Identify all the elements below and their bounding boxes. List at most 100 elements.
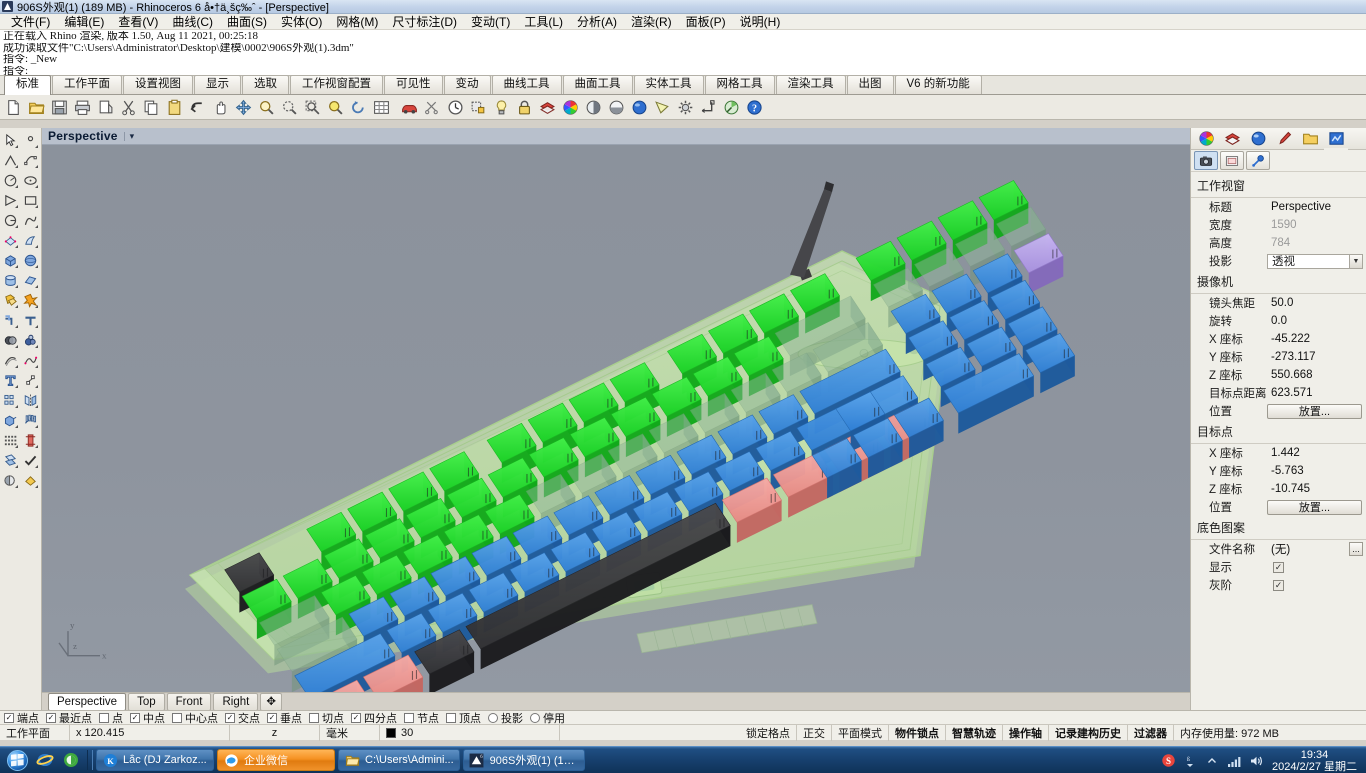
tab-set-view[interactable]: 设置视图 bbox=[123, 75, 193, 94]
menu-mesh[interactable]: 网格(M) bbox=[329, 14, 385, 30]
save-icon[interactable] bbox=[48, 96, 70, 118]
revolve-surface-icon[interactable] bbox=[20, 230, 40, 250]
fillet-edge-icon[interactable] bbox=[0, 310, 20, 330]
layer-icon[interactable] bbox=[536, 96, 558, 118]
tab-mesh-tools[interactable]: 网格工具 bbox=[704, 75, 775, 94]
options-gear-icon[interactable] bbox=[674, 96, 696, 118]
lock-icon[interactable] bbox=[513, 96, 535, 118]
render-preview-icon[interactable] bbox=[605, 96, 627, 118]
extrude-icon[interactable] bbox=[0, 410, 20, 430]
status-osnap[interactable]: 物件锁点 bbox=[889, 724, 946, 741]
tab-transform[interactable]: 变动 bbox=[443, 75, 491, 94]
properties-icon[interactable] bbox=[467, 96, 489, 118]
tab-select[interactable]: 选取 bbox=[242, 75, 289, 94]
tab-display[interactable]: 显示 bbox=[194, 75, 241, 94]
tab-whats-new-v6[interactable]: V6 的新功能 bbox=[894, 75, 982, 94]
scissors-icon[interactable] bbox=[421, 96, 443, 118]
taskbar-clock[interactable]: 19:34 2024/2/27 星期二 bbox=[1267, 749, 1362, 773]
tray-show-hidden-icon[interactable] bbox=[1203, 752, 1221, 770]
menu-file[interactable]: 文件(F) bbox=[4, 14, 57, 30]
polygon-icon[interactable] bbox=[0, 190, 20, 210]
status-planar[interactable]: 平面模式 bbox=[832, 724, 889, 741]
status-history[interactable]: 记录建构历史 bbox=[1049, 724, 1128, 741]
subtab-link[interactable] bbox=[1246, 151, 1270, 170]
cplane-label[interactable]: 工作平面 bbox=[0, 724, 70, 741]
tab-viewport-layout[interactable]: 工作视窗配置 bbox=[290, 75, 383, 94]
cut-icon[interactable] bbox=[117, 96, 139, 118]
row-target-y-value[interactable]: -5.763 bbox=[1267, 465, 1366, 477]
ql-browser[interactable] bbox=[58, 748, 84, 772]
row-projection-combo[interactable]: 透视 ▼ bbox=[1267, 253, 1363, 269]
rotate-view-icon[interactable] bbox=[347, 96, 369, 118]
zoom-selected-icon[interactable] bbox=[324, 96, 346, 118]
boolean-intersection-icon[interactable] bbox=[20, 330, 40, 350]
grid-icon[interactable] bbox=[370, 96, 392, 118]
chamfer-icon[interactable] bbox=[20, 310, 40, 330]
row-camera-place-button[interactable]: 放置... bbox=[1267, 403, 1362, 419]
row-target-x-value[interactable]: 1.442 bbox=[1267, 447, 1366, 459]
snap-near-checkbox[interactable]: ✓ bbox=[46, 712, 56, 723]
snap-center-checkbox[interactable] bbox=[172, 712, 182, 723]
snap-tangent-checkbox[interactable] bbox=[309, 712, 319, 723]
arc-icon[interactable] bbox=[0, 210, 20, 230]
menu-view[interactable]: 查看(V) bbox=[111, 14, 165, 30]
snap-intersection-checkbox[interactable]: ✓ bbox=[225, 712, 235, 723]
scale-icon[interactable] bbox=[20, 430, 40, 450]
row-camera-z-value[interactable]: 550.668 bbox=[1267, 369, 1366, 381]
tab-standard[interactable]: 标准 bbox=[4, 75, 51, 95]
chevron-down-icon[interactable]: ▼ bbox=[1349, 254, 1362, 268]
text-object-icon[interactable] bbox=[0, 370, 20, 390]
status-grid-snap[interactable]: 锁定格点 bbox=[740, 724, 797, 741]
menu-solid[interactable]: 实体(O) bbox=[274, 14, 329, 30]
point-icon[interactable] bbox=[20, 130, 40, 150]
flow-along-surface-icon[interactable] bbox=[0, 450, 20, 470]
subtab-viewport[interactable] bbox=[1220, 151, 1244, 170]
row-wallpaper-file-browse-button[interactable]: ... bbox=[1349, 542, 1363, 556]
ortho-icon[interactable] bbox=[651, 96, 673, 118]
pan-icon[interactable] bbox=[209, 96, 231, 118]
perspective-viewport[interactable]: y z x bbox=[42, 145, 1190, 692]
copy-icon[interactable] bbox=[140, 96, 162, 118]
status-ortho[interactable]: 正交 bbox=[797, 724, 832, 741]
offset-curve-icon[interactable] bbox=[0, 350, 20, 370]
menu-tools[interactable]: 工具(L) bbox=[517, 14, 570, 30]
control-point-curve-icon[interactable] bbox=[20, 150, 40, 170]
open-folder-icon[interactable] bbox=[25, 96, 47, 118]
menu-transform[interactable]: 变动(T) bbox=[464, 14, 517, 30]
command-history-area[interactable]: 正在载入 Rhino 渲染, 版本 1.50, Aug 11 2021, 00:… bbox=[0, 30, 1366, 76]
tray-sogou-icon[interactable]: S bbox=[1159, 752, 1177, 770]
tab-render-tools[interactable]: 渲染工具 bbox=[775, 75, 846, 94]
menu-dimension[interactable]: 尺寸标注(D) bbox=[385, 14, 464, 30]
task-rhino[interactable]: 6 906S外观(1) (18... bbox=[462, 749, 585, 771]
print-icon[interactable] bbox=[71, 96, 93, 118]
snap-point-checkbox[interactable] bbox=[99, 712, 109, 723]
task-wecom[interactable]: 企业微信 bbox=[217, 749, 335, 771]
zoom-extents-icon[interactable] bbox=[301, 96, 323, 118]
snap-disable-checkbox[interactable] bbox=[530, 712, 540, 723]
mesh-icon[interactable] bbox=[0, 470, 20, 490]
menu-edit[interactable]: 编辑(E) bbox=[57, 14, 111, 30]
car-render-icon[interactable] bbox=[398, 96, 420, 118]
current-layer[interactable]: 30 bbox=[380, 724, 560, 741]
analyze-icon[interactable] bbox=[720, 96, 742, 118]
zoom-icon[interactable] bbox=[255, 96, 277, 118]
snap-knot-checkbox[interactable] bbox=[404, 712, 414, 723]
start-button[interactable] bbox=[2, 748, 32, 772]
tab-curve-tools[interactable]: 曲线工具 bbox=[491, 75, 562, 94]
undo-icon[interactable] bbox=[186, 96, 208, 118]
row-wallpaper-gray-checkbox[interactable]: ✓ bbox=[1273, 579, 1284, 591]
tab-cplane[interactable]: 工作平面 bbox=[52, 75, 122, 94]
viewport-tab-front[interactable]: Front bbox=[166, 692, 212, 711]
grid-points-icon[interactable] bbox=[0, 430, 20, 450]
panel-tab-materials[interactable] bbox=[1245, 129, 1271, 149]
viewport-tab-add[interactable]: ✥ bbox=[260, 692, 282, 711]
help-icon[interactable]: ? bbox=[743, 96, 765, 118]
render-icon[interactable] bbox=[628, 96, 650, 118]
layer-color-swatch[interactable] bbox=[386, 727, 396, 738]
viewport-tab-right[interactable]: Right bbox=[213, 692, 259, 711]
menu-help[interactable]: 说明(H) bbox=[733, 14, 788, 30]
panel-tab-color[interactable] bbox=[1193, 129, 1219, 149]
rectangle-icon[interactable] bbox=[20, 190, 40, 210]
snap-vertex-checkbox[interactable] bbox=[446, 712, 456, 723]
chevron-down-icon[interactable]: ▾ bbox=[123, 131, 134, 141]
